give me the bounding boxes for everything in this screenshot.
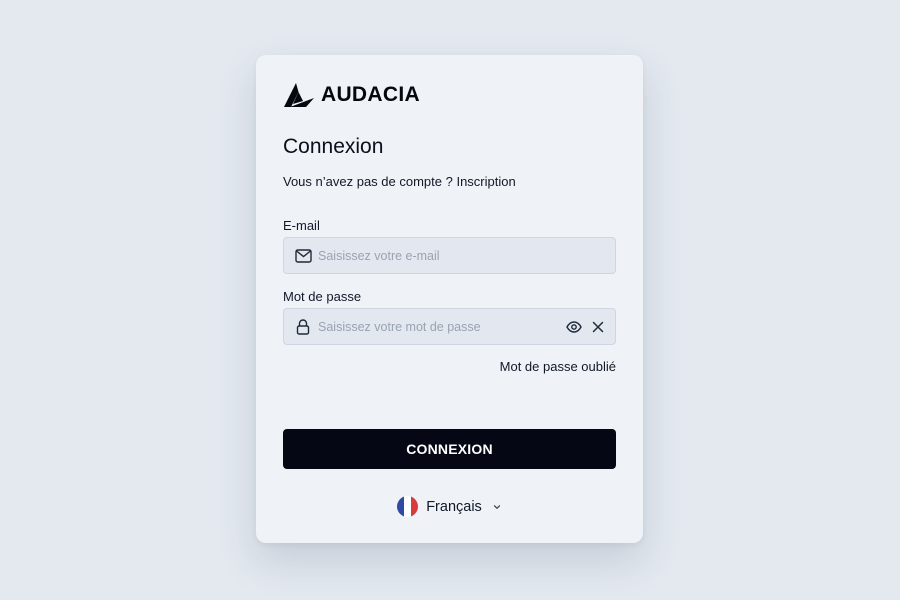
password-label: Mot de passe (283, 289, 362, 304)
login-button[interactable]: CONNEXION (283, 429, 616, 469)
chevron-down-icon (493, 504, 500, 509)
page-title: Connexion (283, 135, 384, 158)
lock-icon (294, 318, 312, 336)
brand-name: AUDACIA (321, 83, 420, 106)
email-field[interactable] (283, 237, 616, 274)
language-label: Français (426, 498, 482, 515)
password-field[interactable] (283, 308, 616, 345)
forgot-password-link[interactable]: Mot de passe oublié (500, 359, 616, 374)
email-label: E-mail (283, 218, 320, 233)
email-input[interactable] (318, 238, 615, 273)
language-selector[interactable]: Français (256, 496, 643, 517)
brand-logo: AUDACIA (283, 81, 420, 109)
france-flag-icon (397, 496, 419, 517)
close-icon[interactable] (589, 318, 607, 336)
envelope-icon (294, 247, 312, 265)
password-input[interactable] (318, 309, 565, 344)
signup-link[interactable]: Inscription (456, 174, 515, 189)
signup-prompt-row: Vous n’avez pas de compte ? Inscription (283, 174, 516, 189)
audacia-logo-icon (284, 83, 314, 107)
eye-icon[interactable] (565, 318, 583, 336)
signup-prompt: Vous n’avez pas de compte ? (283, 174, 453, 189)
login-card: AUDACIA Connexion Vous n’avez pas de com… (256, 55, 643, 543)
